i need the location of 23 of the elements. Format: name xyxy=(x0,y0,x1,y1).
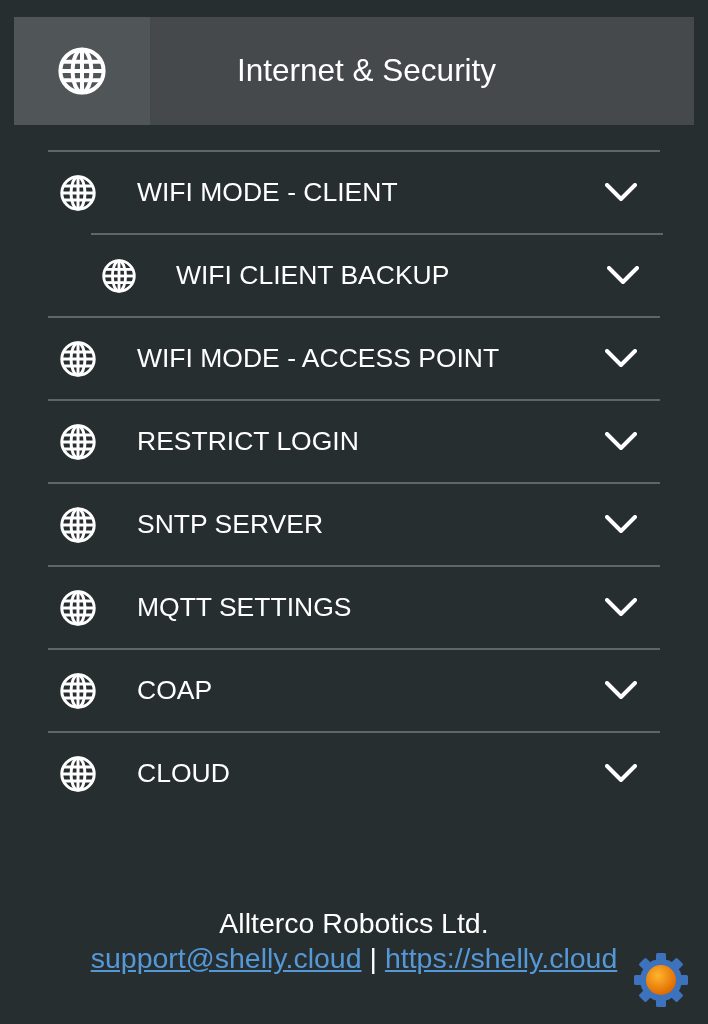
globe-icon xyxy=(60,506,96,543)
section-header[interactable]: WIFI CLIENT BACKUP xyxy=(91,233,663,316)
globe-icon xyxy=(102,258,136,293)
email-link[interactable]: support@shelly.cloud xyxy=(90,942,362,974)
page-title: Internet & Security xyxy=(236,51,497,91)
globe-icon xyxy=(60,672,96,709)
section-header[interactable]: WIFI MODE - ACCESS POINT xyxy=(48,316,660,399)
website-link[interactable]: https://shelly.cloud xyxy=(384,942,618,974)
section-header[interactable]: CLOUD xyxy=(48,731,660,814)
globe-icon xyxy=(60,340,96,377)
company-name: Allterco Robotics Ltd. xyxy=(218,906,490,941)
globe-icon xyxy=(60,423,96,460)
globe-icon xyxy=(58,47,106,95)
section-header[interactable]: MQTT SETTINGS xyxy=(48,565,660,648)
globe-icon xyxy=(60,755,96,792)
globe-icon xyxy=(60,174,96,211)
section-header[interactable]: SNTP SERVER xyxy=(48,482,660,565)
section-header[interactable]: WIFI MODE - CLIENT xyxy=(48,150,660,233)
separator-text: | xyxy=(369,942,377,974)
globe-icon xyxy=(60,589,96,626)
gear-icon[interactable] xyxy=(633,952,689,1008)
section-header[interactable]: COAP xyxy=(48,648,660,731)
section-header[interactable]: RESTRICT LOGIN xyxy=(48,399,660,482)
